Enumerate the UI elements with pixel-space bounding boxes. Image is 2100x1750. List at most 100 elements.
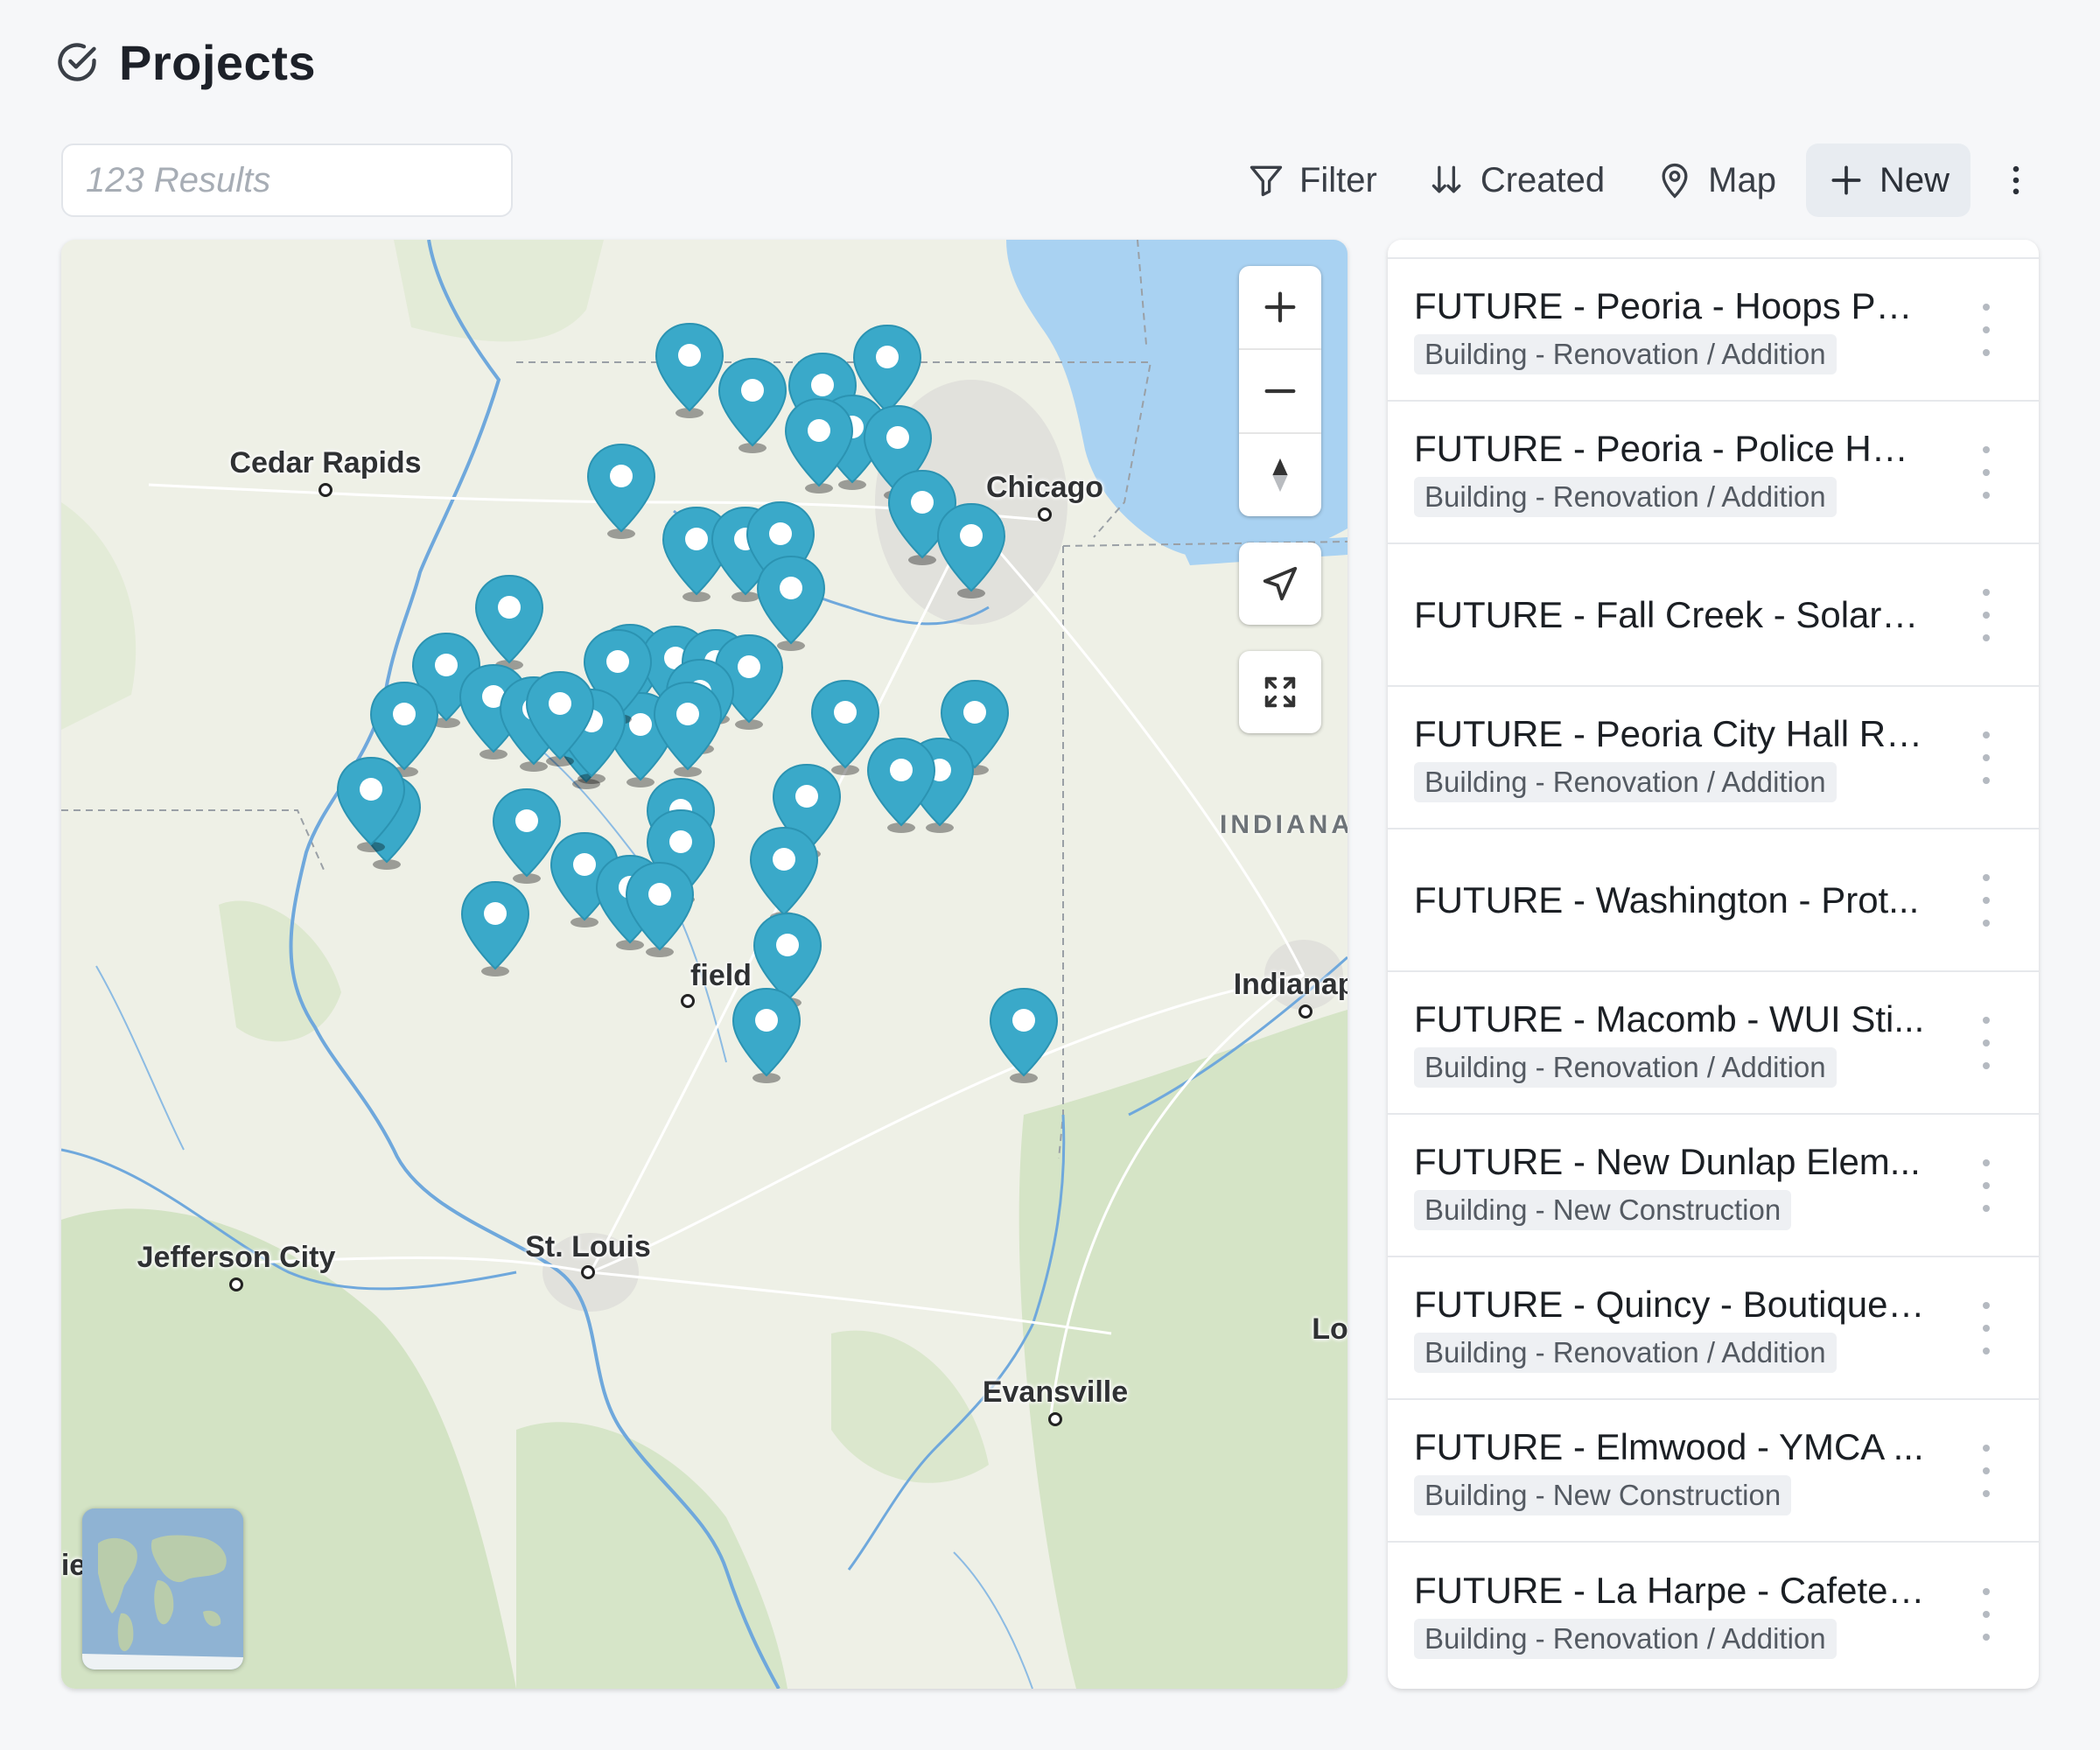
city-label-cedar-rapids: Cedar Rapids — [229, 446, 422, 480]
toolbar: Filter Created Map New — [1226, 144, 2053, 217]
city-marker-cedar-rapids — [318, 483, 332, 497]
city-label-evansville: Evansville — [982, 1376, 1129, 1409]
item-menu-button[interactable] — [1976, 1587, 1997, 1641]
project-list-item[interactable]: FUTURE - Peoria City Hall Re... Building … — [1388, 687, 2039, 830]
map-pin-icon — [1662, 163, 1688, 199]
project-map-pin[interactable] — [731, 987, 802, 1085]
city-label-chicago: Chicago — [985, 471, 1104, 504]
zoom-out-button[interactable] — [1239, 350, 1321, 434]
fullscreen-control — [1239, 651, 1321, 733]
city-label-indianapolis: Indianapo — [1233, 968, 1348, 1001]
filter-button[interactable]: Filter — [1226, 144, 1398, 217]
project-title: FUTURE - Macomb - WUI Sti... — [1414, 998, 1925, 1040]
page-header: Projects — [54, 32, 316, 93]
project-list-item[interactable]: FUTURE - Elmwood - YMCA ... Building - Ne… — [1388, 1400, 2039, 1543]
project-title: FUTURE - Peoria - Hoops Pu... — [1414, 284, 1925, 326]
item-menu-button[interactable] — [1976, 1016, 1997, 1069]
city-marker-evansville — [1048, 1412, 1062, 1426]
map-view-label: Map — [1708, 160, 1776, 200]
project-title: FUTURE - Elmwood - YMCA ... — [1414, 1425, 1924, 1467]
project-title: FUTURE - Washington - Prot... — [1414, 878, 1920, 920]
project-map-pin[interactable] — [335, 756, 407, 854]
minus-icon — [1264, 388, 1296, 394]
project-map-pin[interactable] — [473, 574, 545, 672]
item-menu-button[interactable] — [1976, 303, 1997, 356]
item-menu-button[interactable] — [1976, 1301, 1997, 1354]
project-list-item[interactable]: FUTURE - Peoria - Hoops Pu... Building - … — [1388, 259, 2039, 402]
world-map-thumbnail — [82, 1508, 243, 1670]
project-type-tag: Building - Renovation / Addition — [1414, 1046, 1837, 1088]
check-circle-icon — [58, 43, 96, 81]
project-map-pin[interactable] — [748, 826, 820, 924]
project-list-item[interactable]: FUTURE - New Dunlap Elem... Building - Ne… — [1388, 1115, 2039, 1257]
search-box[interactable] — [61, 144, 513, 217]
zoom-in-button[interactable] — [1239, 266, 1321, 350]
city-marker-indianapolis — [1298, 1004, 1312, 1018]
project-list-item[interactable]: FUTURE - La Harpe - Cafeter... Building -… — [1388, 1543, 2039, 1685]
fullscreen-button[interactable] — [1239, 651, 1321, 733]
project-type-tag: Building - New Construction — [1414, 1474, 1792, 1516]
project-type-tag: Building - Renovation / Addition — [1414, 333, 1837, 374]
search-input[interactable] — [84, 159, 490, 201]
item-menu-button[interactable] — [1976, 1444, 1997, 1497]
map-view-button[interactable]: Map — [1634, 144, 1797, 217]
more-options-button[interactable] — [1979, 144, 2053, 217]
item-menu-button[interactable] — [1976, 588, 1997, 641]
plus-icon — [1831, 165, 1861, 195]
project-type-tag: Building - Renovation / Addition — [1414, 476, 1837, 517]
project-map[interactable]: Cedar Rapids Chicago Jefferson City St. … — [61, 240, 1348, 1689]
city-marker-springfield — [681, 994, 695, 1008]
compass-icon — [1272, 458, 1288, 493]
item-menu-button[interactable] — [1976, 445, 1997, 499]
city-label-jefferson-city: Jefferson City — [136, 1241, 336, 1274]
project-map-pin[interactable] — [865, 737, 937, 835]
world-minimap[interactable] — [82, 1508, 243, 1670]
project-map-pin[interactable] — [654, 322, 725, 420]
item-menu-button[interactable] — [1976, 1158, 1997, 1212]
filter-label: Filter — [1298, 160, 1377, 200]
fullscreen-icon — [1264, 676, 1296, 708]
filter-icon — [1250, 165, 1283, 197]
city-label-louisville: Lo — [1312, 1312, 1348, 1346]
state-label-indiana: INDIANA — [1220, 810, 1348, 839]
new-button[interactable]: New — [1805, 144, 1970, 217]
compass-button[interactable] — [1239, 434, 1321, 516]
sort-button[interactable]: Created — [1407, 144, 1626, 217]
project-type-tag: Building - Renovation / Addition — [1414, 1618, 1837, 1659]
page-title: Projects — [119, 34, 316, 90]
project-list-item[interactable]: FUTURE - Peoria - Police Hea... Building … — [1388, 402, 2039, 544]
project-map-pin[interactable] — [988, 987, 1060, 1085]
project-map-pin[interactable] — [459, 880, 531, 978]
project-map-pin[interactable] — [783, 397, 855, 495]
item-menu-button[interactable] — [1976, 731, 1997, 784]
project-map-pin[interactable] — [585, 443, 657, 541]
sort-descending-icon — [1432, 165, 1461, 193]
city-label-st-louis: St. Louis — [525, 1230, 651, 1264]
project-map-pin[interactable] — [624, 861, 696, 959]
city-marker-st-louis — [581, 1265, 595, 1279]
project-title: FUTURE - Fall Creek - Solar P... — [1414, 593, 1925, 635]
project-map-pin[interactable] — [524, 670, 596, 768]
project-map-pin[interactable] — [717, 357, 788, 455]
project-title: FUTURE - Quincy - Boutique ... — [1414, 1283, 1925, 1325]
project-type-tag: Building - Renovation / Addition — [1414, 761, 1837, 802]
project-title: FUTURE - Peoria City Hall Re... — [1414, 712, 1925, 754]
project-map-pin[interactable] — [935, 502, 1007, 600]
sort-label: Created — [1480, 160, 1606, 200]
locate-me-button[interactable] — [1239, 542, 1321, 625]
project-list-item[interactable]: FUTURE - Macomb - WUI Sti... Building - R… — [1388, 972, 2039, 1115]
project-list-item[interactable]: FUTURE - Fall Creek - Solar P... — [1388, 544, 2039, 687]
project-list-item[interactable]: FUTURE - Washington - Prot... — [1388, 830, 2039, 972]
project-type-tag: Building - Renovation / Addition — [1414, 1332, 1837, 1373]
project-map-pin[interactable] — [652, 681, 724, 779]
zoom-controls — [1239, 266, 1321, 516]
item-menu-button[interactable] — [1976, 873, 1997, 927]
project-type-tag: Building - New Construction — [1414, 1189, 1792, 1230]
project-list: FUTURE - Peoria - Hoops Pu... Building - … — [1388, 240, 2039, 1689]
project-list-item[interactable]: FUTURE - Quincy - Boutique ... Building -… — [1388, 1257, 2039, 1400]
project-title: FUTURE - La Harpe - Cafeter... — [1414, 1569, 1925, 1611]
navigation-arrow-icon — [1263, 566, 1298, 601]
list-top-edge — [1388, 240, 2039, 259]
locate-control — [1239, 542, 1321, 625]
city-marker-chicago — [1038, 508, 1052, 522]
